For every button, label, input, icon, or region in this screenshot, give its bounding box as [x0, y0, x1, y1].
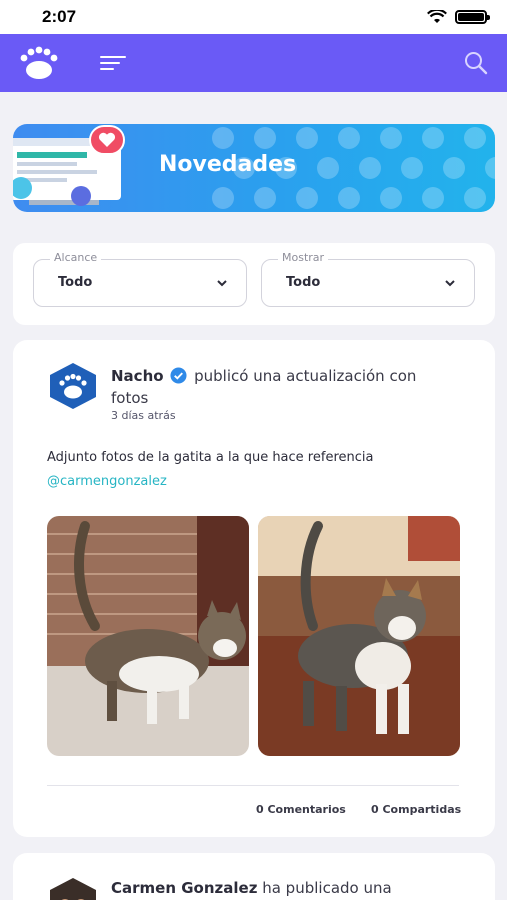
chevron-down-icon	[217, 280, 227, 287]
app-bar	[0, 34, 507, 92]
post-header: Carmen Gonzalez ha publicado una	[111, 879, 392, 897]
scope-value: Todo	[58, 275, 93, 290]
scope-label: Alcance	[50, 251, 102, 264]
search-icon[interactable]	[463, 50, 489, 76]
post-text: Adjunto fotos de la gatita a la que hace…	[47, 446, 467, 494]
shares-count[interactable]: 0 Compartidas	[371, 803, 461, 816]
verified-badge-icon	[170, 367, 187, 384]
post-card: Nacho publicó una actualización con foto…	[13, 340, 495, 837]
heart-icon	[89, 125, 125, 155]
cat-photo-1[interactable]	[47, 516, 249, 756]
status-icons	[427, 10, 490, 24]
filters-panel: Alcance Todo Mostrar Todo	[13, 243, 495, 325]
cat-photo-2[interactable]	[258, 516, 460, 756]
post-time: 3 días atrás	[111, 409, 176, 422]
status-bar: 2:07	[0, 0, 507, 34]
comments-count[interactable]: 0 Comentarios	[256, 803, 346, 816]
post-action: ha publicado una	[262, 879, 392, 897]
post-author[interactable]: Carmen Gonzalez	[111, 879, 257, 897]
divider	[47, 785, 459, 786]
scope-select[interactable]: Alcance Todo	[33, 251, 247, 307]
post-body: Adjunto fotos de la gatita a la que hace…	[47, 450, 374, 465]
mention-link[interactable]: @carmengonzalez	[47, 470, 467, 494]
show-value: Todo	[286, 275, 321, 290]
post-card: Carmen Gonzalez ha publicado una	[13, 853, 495, 900]
paw-logo-icon[interactable]	[18, 45, 60, 81]
avatar[interactable]	[47, 877, 99, 900]
chevron-down-icon	[445, 280, 455, 287]
banner-title: Novedades	[159, 152, 297, 177]
avatar[interactable]	[47, 362, 99, 410]
news-banner: Novedades	[13, 124, 495, 212]
wifi-icon	[427, 10, 447, 23]
menu-icon[interactable]	[100, 56, 126, 70]
status-time: 2:07	[42, 7, 77, 26]
battery-icon	[455, 10, 490, 24]
show-label: Mostrar	[278, 251, 329, 264]
post-header: Nacho publicó una actualización con foto…	[111, 365, 451, 409]
post-author[interactable]: Nacho	[111, 367, 164, 385]
show-select[interactable]: Mostrar Todo	[261, 251, 475, 307]
